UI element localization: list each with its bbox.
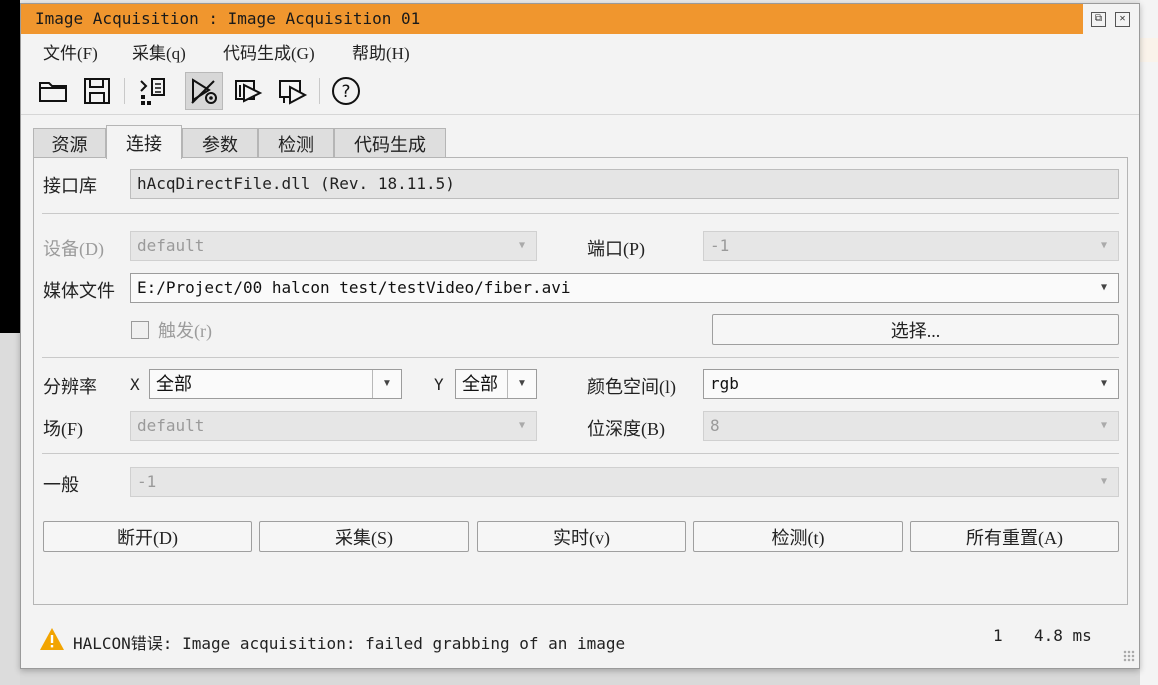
resolution-label: 分辨率: [43, 377, 97, 397]
tab-parameters[interactable]: 参数: [182, 128, 258, 158]
background-window-dark: [0, 0, 20, 333]
toolbar: ?: [21, 68, 1139, 115]
divider: [42, 213, 1119, 214]
field-select: default ▼: [130, 411, 537, 441]
device-value: default: [137, 236, 205, 255]
device-select: default ▼: [130, 231, 537, 261]
bitdepth-select: 8 ▼: [703, 411, 1119, 441]
interface-field: hAcqDirectFile.dll (Rev. 18.11.5): [130, 169, 1119, 199]
colorspace-value: rgb: [710, 374, 739, 393]
insert-code-icon[interactable]: [229, 72, 267, 110]
resolution-x-value: 全部: [156, 374, 192, 394]
window-controls: ⧉ ✕: [1083, 4, 1139, 34]
image-acquisition-dialog: Image Acquisition : Image Acquisition 01…: [20, 3, 1140, 669]
port-value: -1: [710, 236, 730, 255]
device-label: 设备(D): [43, 239, 104, 259]
connection-panel: 接口库 hAcqDirectFile.dll (Rev. 18.11.5) 设备…: [33, 157, 1128, 605]
run-code-icon[interactable]: [273, 72, 311, 110]
menu-bar: 文件(F) 采集(q) 代码生成(G) 帮助(H): [21, 36, 1139, 64]
divider: [42, 453, 1119, 454]
port-label: 端口(P): [587, 239, 645, 259]
resize-grip-icon[interactable]: [1123, 650, 1135, 662]
general-label: 一般: [43, 475, 79, 495]
close-icon[interactable]: ✕: [1115, 12, 1130, 27]
media-file-label: 媒体文件: [43, 281, 115, 301]
open-folder-icon[interactable]: [34, 72, 72, 110]
chevron-down-icon[interactable]: ▼: [1090, 370, 1118, 398]
trigger-label: 触发(r): [158, 321, 212, 341]
select-file-button[interactable]: 选择...: [712, 314, 1119, 345]
chevron-down-icon: ▼: [1100, 420, 1108, 431]
live-button[interactable]: 实时(v): [477, 521, 686, 552]
general-value: -1: [137, 472, 157, 491]
reset-all-button[interactable]: 所有重置(A): [910, 521, 1119, 552]
colorspace-label: 颜色空间(l): [587, 377, 676, 397]
bitdepth-value: 8: [710, 416, 720, 435]
general-select: -1 ▼: [130, 467, 1119, 497]
window-title: Image Acquisition : Image Acquisition 01: [35, 9, 421, 28]
status-message: HALCON错误: Image acquisition: failed grab…: [73, 634, 626, 653]
menu-codegen[interactable]: 代码生成(G): [223, 39, 315, 64]
chevron-down-icon: ▼: [1100, 476, 1108, 487]
detect-devices-icon[interactable]: [133, 72, 171, 110]
snap-button[interactable]: 采集(S): [259, 521, 469, 552]
tab-inspect[interactable]: 检测: [258, 128, 334, 158]
background-window-right-band: [1140, 38, 1158, 62]
restore-icon[interactable]: ⧉: [1091, 12, 1106, 27]
status-bar: HALCON错误: Image acquisition: failed grab…: [21, 610, 1139, 666]
resolution-x-select[interactable]: 全部 ▼: [149, 369, 402, 399]
resolution-y-label: Y: [434, 375, 444, 394]
colorspace-select[interactable]: rgb ▼: [703, 369, 1119, 399]
port-select: -1 ▼: [703, 231, 1119, 261]
divider: [42, 357, 1119, 358]
help-icon[interactable]: ?: [327, 72, 365, 110]
toolbar-separator: [319, 78, 320, 104]
chevron-down-icon: ▼: [518, 420, 526, 431]
detect-button[interactable]: 检测(t): [693, 521, 903, 552]
menu-file[interactable]: 文件(F): [43, 39, 98, 64]
title-bar[interactable]: Image Acquisition : Image Acquisition 01: [21, 4, 1083, 34]
save-icon[interactable]: [78, 72, 116, 110]
toolbar-separator: [124, 78, 125, 104]
bitdepth-label: 位深度(B): [587, 419, 665, 439]
status-time: 4.8 ms: [1034, 626, 1092, 645]
media-file-combobox[interactable]: E:/Project/00 halcon test/testVideo/fibe…: [130, 273, 1119, 303]
disconnect-button[interactable]: 断开(D): [43, 521, 252, 552]
chevron-down-icon: ▼: [1100, 240, 1108, 251]
warning-icon: [40, 628, 64, 650]
background-window-right: [1140, 0, 1158, 685]
chevron-down-icon[interactable]: ▼: [1090, 274, 1118, 302]
resolution-y-value: 全部: [462, 374, 498, 394]
interface-label: 接口库: [43, 176, 97, 196]
svg-text:?: ?: [341, 82, 350, 102]
resolution-x-label: X: [130, 375, 140, 394]
trigger-checkbox[interactable]: [131, 321, 149, 339]
media-file-value: E:/Project/00 halcon test/testVideo/fibe…: [137, 278, 571, 297]
field-label: 场(F): [43, 419, 83, 439]
tab-resources[interactable]: 资源: [33, 128, 106, 158]
field-value: default: [137, 416, 205, 435]
tab-connection[interactable]: 连接: [106, 125, 182, 159]
status-count: 1: [993, 626, 1003, 645]
connect-icon[interactable]: [185, 72, 223, 110]
menu-acquire[interactable]: 采集(q): [132, 39, 186, 64]
background-window-strip: [0, 333, 20, 685]
chevron-down-icon[interactable]: ▼: [507, 370, 536, 398]
background-window-bottom: [20, 668, 1140, 685]
menu-help[interactable]: 帮助(H): [352, 39, 410, 64]
chevron-down-icon: ▼: [518, 240, 526, 251]
tab-codegen[interactable]: 代码生成: [334, 128, 446, 158]
resolution-y-select[interactable]: 全部 ▼: [455, 369, 537, 399]
chevron-down-icon[interactable]: ▼: [372, 370, 401, 398]
